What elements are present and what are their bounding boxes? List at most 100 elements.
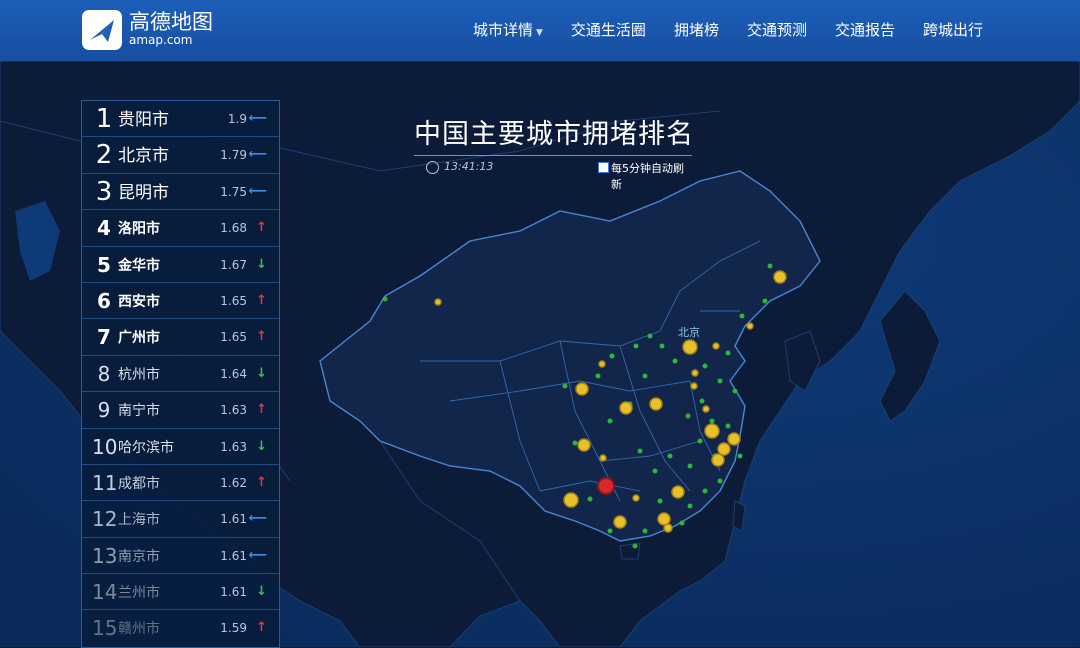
- rank-city[interactable]: 哈尔滨市: [118, 438, 174, 458]
- brand-domain[interactable]: amap.com: [129, 33, 192, 47]
- congestion-point[interactable]: [632, 494, 640, 502]
- city-dot[interactable]: [709, 418, 715, 424]
- congestion-point[interactable]: [663, 523, 673, 533]
- ranking-row[interactable]: 1 贵阳市 1.9 ⟵: [82, 101, 279, 138]
- city-dot[interactable]: [697, 438, 703, 444]
- congestion-point[interactable]: [682, 339, 698, 355]
- city-dot[interactable]: [642, 528, 648, 534]
- ranking-row[interactable]: 11 成都市 1.62 ↑: [82, 465, 279, 502]
- city-dot[interactable]: [637, 448, 643, 454]
- congestion-point[interactable]: [690, 382, 698, 390]
- rank-city[interactable]: 金华市: [118, 256, 160, 276]
- rank-city[interactable]: 上海市: [118, 510, 160, 530]
- ranking-row[interactable]: 7 广州市 1.65 ↑: [82, 319, 279, 356]
- congestion-point[interactable]: [691, 369, 699, 377]
- city-dot[interactable]: [652, 468, 658, 474]
- ranking-row[interactable]: 6 西安市 1.65 ↑: [82, 283, 279, 320]
- auto-refresh-label[interactable]: 每5分钟自动刷新: [611, 160, 694, 192]
- ranking-row[interactable]: 13 南京市 1.61 ⟵: [82, 538, 279, 575]
- checkbox-icon[interactable]: [598, 162, 609, 173]
- city-dot[interactable]: [659, 343, 665, 349]
- city-dot[interactable]: [717, 378, 723, 384]
- congestion-point[interactable]: [704, 423, 720, 439]
- city-dot[interactable]: [642, 373, 648, 379]
- rank-city[interactable]: 杭州市: [118, 365, 160, 385]
- congestion-point[interactable]: [599, 454, 607, 462]
- top-congestion-hotspot[interactable]: [597, 477, 615, 495]
- city-dot[interactable]: [737, 453, 743, 459]
- city-dot[interactable]: [767, 263, 773, 269]
- city-dot[interactable]: [717, 478, 723, 484]
- congestion-point[interactable]: [619, 401, 633, 415]
- city-dot[interactable]: [587, 496, 593, 502]
- city-dot[interactable]: [647, 333, 653, 339]
- city-dot[interactable]: [702, 363, 708, 369]
- congestion-point[interactable]: [575, 382, 589, 396]
- rank-city[interactable]: 南京市: [118, 547, 160, 567]
- congestion-point[interactable]: [613, 515, 627, 529]
- city-dot[interactable]: [632, 543, 638, 549]
- city-dot[interactable]: [699, 398, 705, 404]
- ranking-row[interactable]: 8 杭州市 1.64 ↓: [82, 356, 279, 393]
- city-dot[interactable]: [595, 373, 601, 379]
- city-dot[interactable]: [382, 296, 388, 302]
- city-dot[interactable]: [672, 358, 678, 364]
- city-dot[interactable]: [739, 313, 745, 319]
- city-dot[interactable]: [667, 453, 673, 459]
- city-dot[interactable]: [633, 343, 639, 349]
- congestion-point[interactable]: [657, 512, 671, 526]
- city-dot[interactable]: [562, 383, 568, 389]
- nav-city-detail[interactable]: 城市详情 ▼: [473, 19, 543, 40]
- city-dot[interactable]: [725, 423, 731, 429]
- rank-city[interactable]: 南宁市: [118, 401, 160, 421]
- nav-traffic-forecast[interactable]: 交通预测: [747, 19, 807, 40]
- ranking-row[interactable]: 14 兰州市 1.61 ↓: [82, 574, 279, 611]
- congestion-point[interactable]: [702, 405, 710, 413]
- city-dot[interactable]: [685, 413, 691, 419]
- ranking-row[interactable]: 4 洛阳市 1.68 ↑: [82, 210, 279, 247]
- city-dot[interactable]: [687, 463, 693, 469]
- brand-name[interactable]: 高德地图: [129, 10, 213, 34]
- rank-city[interactable]: 贵阳市: [118, 110, 169, 130]
- rank-city[interactable]: 赣州市: [118, 619, 160, 639]
- amap-logo-icon[interactable]: [82, 10, 122, 50]
- rank-city[interactable]: 西安市: [118, 292, 160, 312]
- city-dot[interactable]: [609, 353, 615, 359]
- city-dot[interactable]: [762, 298, 768, 304]
- rank-city[interactable]: 昆明市: [118, 183, 169, 203]
- city-dot[interactable]: [607, 418, 613, 424]
- city-dot[interactable]: [657, 498, 663, 504]
- nav-traffic-report[interactable]: 交通报告: [835, 19, 895, 40]
- city-dot[interactable]: [732, 388, 738, 394]
- congestion-point[interactable]: [773, 270, 787, 284]
- rank-city[interactable]: 洛阳市: [118, 219, 160, 239]
- city-dot[interactable]: [725, 350, 731, 356]
- ranking-row[interactable]: 12 上海市 1.61 ⟵: [82, 501, 279, 538]
- city-dot[interactable]: [607, 528, 613, 534]
- ranking-row[interactable]: 5 金华市 1.67 ↓: [82, 247, 279, 283]
- city-dot[interactable]: [687, 503, 693, 509]
- rank-city[interactable]: 北京市: [118, 146, 169, 166]
- ranking-row[interactable]: 3 昆明市 1.75 ⟵: [82, 174, 279, 211]
- nav-congestion-rank[interactable]: 拥堵榜: [674, 19, 719, 40]
- ranking-row[interactable]: 10 哈尔滨市 1.63 ↓: [82, 429, 279, 465]
- congestion-point[interactable]: [563, 492, 579, 508]
- nav-intercity[interactable]: 跨城出行: [923, 19, 983, 40]
- city-dot[interactable]: [572, 440, 578, 446]
- congestion-point[interactable]: [711, 453, 725, 467]
- congestion-point[interactable]: [727, 432, 741, 446]
- congestion-point[interactable]: [671, 485, 685, 499]
- rank-city[interactable]: 成都市: [118, 474, 160, 494]
- congestion-point[interactable]: [712, 342, 720, 350]
- city-dot[interactable]: [679, 520, 685, 526]
- rank-city[interactable]: 广州市: [118, 328, 160, 348]
- congestion-point[interactable]: [434, 298, 442, 306]
- ranking-row[interactable]: 15 赣州市 1.59 ↑: [82, 610, 279, 646]
- congestion-point[interactable]: [746, 322, 754, 330]
- congestion-point[interactable]: [649, 397, 663, 411]
- congestion-point[interactable]: [717, 442, 731, 456]
- congestion-point[interactable]: [598, 360, 606, 368]
- ranking-row[interactable]: 9 南宁市 1.63 ↑: [82, 392, 279, 429]
- nav-life-circle[interactable]: 交通生活圈: [571, 19, 646, 40]
- ranking-row[interactable]: 2 北京市 1.79 ⟵: [82, 137, 279, 174]
